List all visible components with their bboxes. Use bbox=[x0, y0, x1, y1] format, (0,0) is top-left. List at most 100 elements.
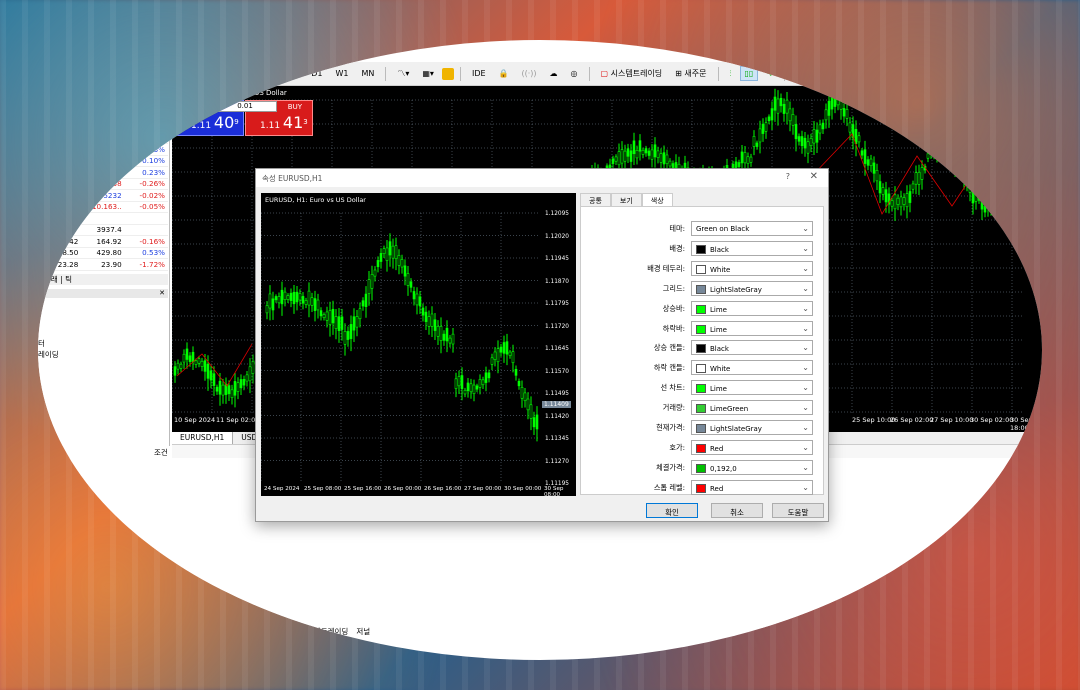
candle-body bbox=[890, 200, 894, 207]
chevron-down-icon: ⌄ bbox=[802, 343, 809, 353]
tab-algo-trading[interactable]: 시스템트레이딩 bbox=[300, 626, 348, 638]
property-select[interactable]: Lime ⌄ bbox=[691, 380, 813, 396]
cancel-button[interactable]: 취소 bbox=[711, 503, 763, 518]
candle-body bbox=[173, 366, 177, 376]
candle-body bbox=[215, 386, 219, 392]
new-order-button[interactable]: ⊞ 새주문 bbox=[670, 65, 711, 82]
property-select[interactable]: Green on Black ⌄ bbox=[691, 221, 813, 236]
zoom-in-icon[interactable]: ⊕ bbox=[791, 66, 808, 81]
tile-windows-icon[interactable]: ⊞ bbox=[830, 66, 847, 81]
tab-common[interactable]: 공통 bbox=[580, 193, 611, 206]
timeframe-h1-button[interactable]: H1 bbox=[258, 66, 280, 81]
autoscroll-icon[interactable]: ▮▶ bbox=[860, 66, 881, 81]
bar-chart-icon[interactable]: ⫶ bbox=[725, 66, 737, 82]
chevron-down-icon: ⌄ bbox=[802, 283, 809, 293]
property-value: Red bbox=[710, 444, 724, 453]
table-row[interactable]: 0.63338 -0.26% bbox=[38, 179, 168, 190]
help-icon[interactable]: ? bbox=[786, 172, 790, 181]
candle-body bbox=[212, 373, 216, 386]
candle-body bbox=[863, 149, 867, 164]
candle-body bbox=[484, 372, 488, 383]
algo-trading-button[interactable]: ▢ 시스템트레이딩 bbox=[596, 65, 668, 82]
chevron-down-icon: ⌄ bbox=[802, 243, 809, 253]
property-select[interactable]: Black ⌄ bbox=[691, 340, 813, 356]
timeframe-d1-button[interactable]: D1 bbox=[306, 66, 327, 81]
dollar-icon[interactable] bbox=[441, 67, 454, 80]
candle-body bbox=[493, 351, 497, 360]
table-row[interactable]: 35226 10.163.. -0.05% bbox=[38, 202, 168, 213]
property-select[interactable]: Lime ⌄ bbox=[691, 300, 813, 316]
candle-body bbox=[481, 379, 485, 386]
property-value: LimeGreen bbox=[710, 405, 749, 414]
line-chart-icon[interactable]: ∿ bbox=[761, 66, 778, 81]
candle-body bbox=[740, 151, 744, 164]
timeframe-mn-button[interactable]: MN bbox=[356, 66, 379, 81]
table-row[interactable]: 0.154.. bbox=[38, 213, 168, 225]
property-select[interactable]: LightSlateGray ⌄ bbox=[691, 280, 813, 296]
candle-body bbox=[836, 98, 840, 106]
property-select[interactable]: LightSlateGray ⌄ bbox=[691, 420, 813, 435]
property-select[interactable]: White ⌄ bbox=[691, 260, 813, 276]
timeframe-h4-button[interactable]: H4 bbox=[282, 66, 303, 81]
templates-icon[interactable]: ▦▾ bbox=[417, 66, 439, 81]
table-row[interactable]: 01427 0.10% bbox=[38, 156, 168, 167]
candle-body bbox=[313, 298, 317, 312]
candle-body bbox=[947, 147, 951, 156]
x-tick: 26 Sep 02:00 bbox=[890, 416, 934, 424]
candle-body bbox=[185, 348, 189, 360]
candle-body bbox=[337, 316, 341, 331]
table-row[interactable]: 3936.7 3937.4 bbox=[38, 225, 168, 236]
candle-body bbox=[370, 274, 374, 289]
list-item[interactable]: 터 bbox=[38, 338, 45, 349]
ok-button[interactable]: 확인 bbox=[646, 503, 698, 518]
property-select[interactable]: Red ⌄ bbox=[691, 439, 813, 455]
zoom-out-icon[interactable]: ⊖ bbox=[811, 66, 828, 81]
candle-chart-icon[interactable]: ▯▯ bbox=[739, 66, 759, 81]
candle-body bbox=[1016, 145, 1020, 159]
list-item[interactable]: 레이딩 bbox=[38, 349, 59, 360]
table-row[interactable]: 626 1.35232 -0.02% bbox=[38, 190, 168, 202]
property-select[interactable]: Red ⌄ bbox=[691, 479, 813, 495]
table-row[interactable]: 0.25% bbox=[38, 121, 168, 133]
candle-body bbox=[340, 316, 344, 330]
property-select[interactable]: LimeGreen ⌄ bbox=[691, 400, 813, 416]
property-select[interactable]: White ⌄ bbox=[691, 360, 813, 376]
candle-body bbox=[511, 351, 515, 364]
lock-icon[interactable]: 🔒 bbox=[494, 66, 514, 81]
x-tick: 11 Sep 02:00 bbox=[216, 416, 260, 424]
list-item[interactable]: 5 bbox=[38, 300, 43, 309]
table-row[interactable]: 23.28 23.90 -1.72% bbox=[38, 259, 168, 271]
candle-body bbox=[295, 291, 299, 303]
y-tick: 1.11945 bbox=[545, 256, 569, 262]
tab-trades[interactable]: 거래 bbox=[44, 275, 58, 284]
indicators-icon[interactable]: 〽▾ bbox=[392, 65, 414, 82]
tab-journal[interactable]: 저널 bbox=[356, 626, 370, 638]
property-row: 테마: Green on Black ⌄ bbox=[581, 220, 825, 238]
table-row[interactable]: 276 0.43% bbox=[38, 144, 168, 156]
signal-icon[interactable]: ((·)) bbox=[517, 66, 542, 81]
tab-colors[interactable]: 색상 bbox=[641, 193, 673, 206]
candle-body bbox=[752, 136, 756, 147]
candle-body bbox=[472, 384, 476, 394]
tab-show[interactable]: 보기 bbox=[610, 193, 642, 206]
property-select[interactable]: Lime ⌄ bbox=[691, 320, 813, 336]
property-select[interactable]: 0,192,0 ⌄ bbox=[691, 459, 813, 475]
lot-size-input[interactable]: 0.01 bbox=[213, 101, 277, 112]
help-button[interactable]: 도움말 bbox=[772, 503, 824, 518]
close-icon[interactable]: ✕ bbox=[810, 171, 818, 182]
table-row[interactable]: 0.69301 0.23% bbox=[38, 167, 168, 179]
table-row[interactable]: 0.03% bbox=[38, 133, 168, 144]
y-tick: 1.11645 bbox=[545, 346, 569, 352]
vps-icon[interactable]: ◎ bbox=[566, 66, 583, 81]
timeframe-w1-button[interactable]: W1 bbox=[330, 66, 353, 81]
tab-ticks[interactable]: 틱 bbox=[65, 275, 72, 284]
cloud-icon[interactable]: ☁ bbox=[545, 66, 563, 81]
table-row[interactable]: 428.50 429.80 0.53% bbox=[38, 248, 168, 259]
property-value: 0,192,0 bbox=[710, 464, 737, 473]
candle-body bbox=[403, 265, 407, 277]
ide-button[interactable]: IDE bbox=[467, 66, 491, 81]
table-row[interactable]: 161.42 164.92 -0.16% bbox=[38, 236, 168, 248]
candle-body bbox=[475, 385, 479, 390]
tab-eurusd-h1[interactable]: EURUSD,H1 bbox=[172, 432, 234, 444]
property-select[interactable]: Black ⌄ bbox=[691, 240, 813, 256]
